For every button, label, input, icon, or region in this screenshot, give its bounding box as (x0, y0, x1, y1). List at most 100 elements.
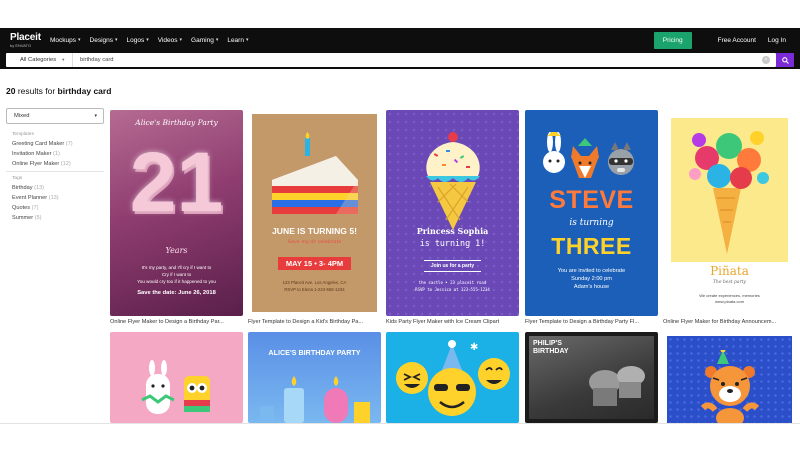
card-caption[interactable]: Online Flyer Maker to Design a Birthday … (110, 319, 244, 325)
template-card-5[interactable]: Piñata The best party We create experien… (663, 110, 796, 316)
card-title: PHILIP'S BIRTHDAY (533, 340, 569, 356)
nav-right: Pricing Free Account Log In (653, 31, 786, 49)
filter-item-event-planner[interactable]: Event Planner (13) (12, 195, 104, 201)
filter-label: Quotes (12, 205, 31, 211)
card-caption[interactable]: Flyer Template to Design a Kid's Birthda… (248, 319, 382, 325)
nav-item-videos[interactable]: Videos ▾ (158, 37, 182, 44)
templates-filter-group: Templates Greeting Card Maker (7) Invita… (6, 132, 104, 167)
card-name: Piñata (710, 264, 749, 278)
search-input[interactable]: birthday card (73, 57, 762, 63)
tags-filter-group: Tags Birthday (13) Event Planner (13) Qu… (6, 176, 104, 221)
sort-select[interactable]: Mixed ▾ (6, 108, 104, 124)
brand-logo[interactable]: Placeit by ENVATO (10, 31, 44, 48)
ice-cream-illustration (426, 132, 480, 230)
birthday-candles-illustration (260, 376, 370, 423)
filter-item-invitation-maker[interactable]: Invitation Maker (1) (12, 151, 104, 157)
card-website: www.pinata.com (714, 299, 745, 304)
filter-count: (13) (34, 185, 45, 191)
card-line: It's my party, and I'll cry if I want to (141, 265, 212, 270)
nav-item-label: Logos (126, 36, 145, 44)
card-turning: is turning (569, 218, 614, 228)
category-select[interactable]: All Categories ▾ (6, 53, 73, 67)
sort-select-value: Mixed (14, 113, 30, 119)
brand-name: Placeit (10, 31, 41, 43)
filter-sidebar: Mixed ▾ Templates Greeting Card Maker (7)… (6, 108, 104, 225)
template-card-4[interactable]: STEVE is turning THREE You are invited t… (525, 110, 658, 316)
chevron-down-icon: ▾ (179, 37, 183, 43)
card-sub: The best party (712, 280, 747, 285)
rule-line (424, 260, 481, 261)
card-date: MAY 15 • 3- 4PM (285, 259, 344, 268)
template-card-10[interactable] (663, 332, 796, 423)
free-account-link[interactable]: Free Account (718, 37, 756, 44)
nav-item-designs[interactable]: Designs ▾ (90, 37, 118, 44)
template-card-3[interactable]: Princess Sophia is turning 1! Join us fo… (386, 110, 519, 316)
filter-label: Online Flyer Maker (12, 161, 60, 167)
card-name: Princess Sophia (416, 226, 489, 236)
card-title: Alice's Birthday Party (135, 118, 218, 127)
cake-slice-illustration (272, 132, 358, 214)
card-rsvp: RSVP to Jessica at 123-555-1234 (415, 287, 490, 292)
nav-item-label: Learn (227, 36, 244, 44)
card-line: You would cry too if it happened to you (137, 279, 216, 284)
card-caption[interactable]: Online Flyer Maker for Birthday Announce… (663, 319, 797, 325)
pricing-button[interactable]: Pricing (653, 31, 692, 49)
nav-item-mockups[interactable]: Mockups ▾ (50, 37, 81, 44)
search-box: All Categories ▾ birthday card × (6, 53, 776, 67)
animal-friends-illustration (543, 132, 634, 178)
nav-item-logos[interactable]: Logos ▾ (127, 37, 149, 44)
card-title: ALICE'S BIRTHDAY PARTY (268, 348, 361, 357)
results-term: birthday card (57, 86, 112, 96)
card-location: Adam's house (573, 284, 610, 290)
nav-item-label: Mockups (50, 36, 77, 44)
filter-item-quotes[interactable]: Quotes (7) (12, 205, 104, 211)
filter-item-summer[interactable]: Summer (5) (12, 215, 104, 221)
cupcakes-illustration (589, 366, 645, 406)
results-count: 20 results for birthday card (6, 86, 111, 96)
clear-icon[interactable]: × (762, 56, 770, 64)
card-join: Join us for a party (430, 263, 475, 269)
card-invite: You are invited to celebrate (557, 268, 626, 274)
svg-text:✱: ✱ (470, 342, 478, 353)
nav-item-gaming[interactable]: Gaming ▾ (191, 37, 218, 44)
card-caption[interactable]: Kids Party Flyer Maker with Ice Cream Cl… (386, 319, 520, 325)
template-card-9[interactable]: PHILIP'S BIRTHDAY (525, 332, 658, 423)
filter-label: Greeting Card Maker (12, 141, 65, 147)
filter-item-greeting-card-maker[interactable]: Greeting Card Maker (7) (12, 141, 104, 147)
app-frame: Placeit by ENVATO Mockups ▾ Designs ▾ Logo… (0, 0, 800, 450)
card-heading: JUNE IS TURNING 5! (272, 226, 357, 236)
template-card-1[interactable]: Alice's Birthday Party 21 Years It's my … (110, 110, 243, 316)
login-link[interactable]: Log In (768, 37, 786, 44)
emoji-party-illustration: ✱ (396, 340, 510, 416)
nav-menu: Mockups ▾ Designs ▾ Logos ▾ Videos ▾ Gaming ▾… (50, 37, 257, 44)
card-age: THREE (551, 233, 632, 259)
filter-item-birthday[interactable]: Birthday (13) (12, 185, 104, 191)
results-number: 20 (6, 86, 16, 96)
card-address: 123 Placeit Ave. Los Angeles, CA (282, 280, 347, 285)
filter-label: Summer (12, 215, 34, 221)
card-sub: Years (165, 246, 188, 255)
sidebar-divider (6, 171, 104, 172)
chevron-down-icon: ▾ (146, 37, 149, 43)
card-name: STEVE (549, 186, 634, 214)
template-card-6[interactable] (110, 332, 243, 423)
frame-bottom-band (0, 423, 800, 450)
card-caption[interactable]: Flyer Template to Design a Birthday Part… (525, 319, 659, 325)
chevron-down-icon: ▾ (94, 113, 97, 119)
template-card-8[interactable]: ✱ (386, 332, 519, 423)
chevron-down-icon: ▾ (245, 37, 249, 43)
card-tagline: We create experiences, memories (699, 293, 760, 298)
nav-item-learn[interactable]: Learn ▾ (227, 37, 248, 44)
template-card-7[interactable]: ALICE'S BIRTHDAY PARTY (248, 332, 381, 423)
filter-count: (13) (48, 195, 59, 201)
frame-top-band (0, 0, 800, 28)
tiger-illustration (700, 350, 760, 423)
brand-byline: by ENVATO (10, 42, 32, 48)
search-button[interactable] (776, 53, 794, 67)
template-card-2[interactable]: JUNE IS TURNING 5! Save my dr celebrate … (248, 110, 381, 316)
card-date: Save the date: June 26, 2018 (137, 290, 216, 296)
search-icon (781, 56, 789, 64)
filter-label: Invitation Maker (12, 151, 52, 157)
filter-item-online-flyer-maker[interactable]: Online Flyer Maker (12) (12, 161, 104, 167)
templates-group-title: Templates (12, 132, 34, 137)
